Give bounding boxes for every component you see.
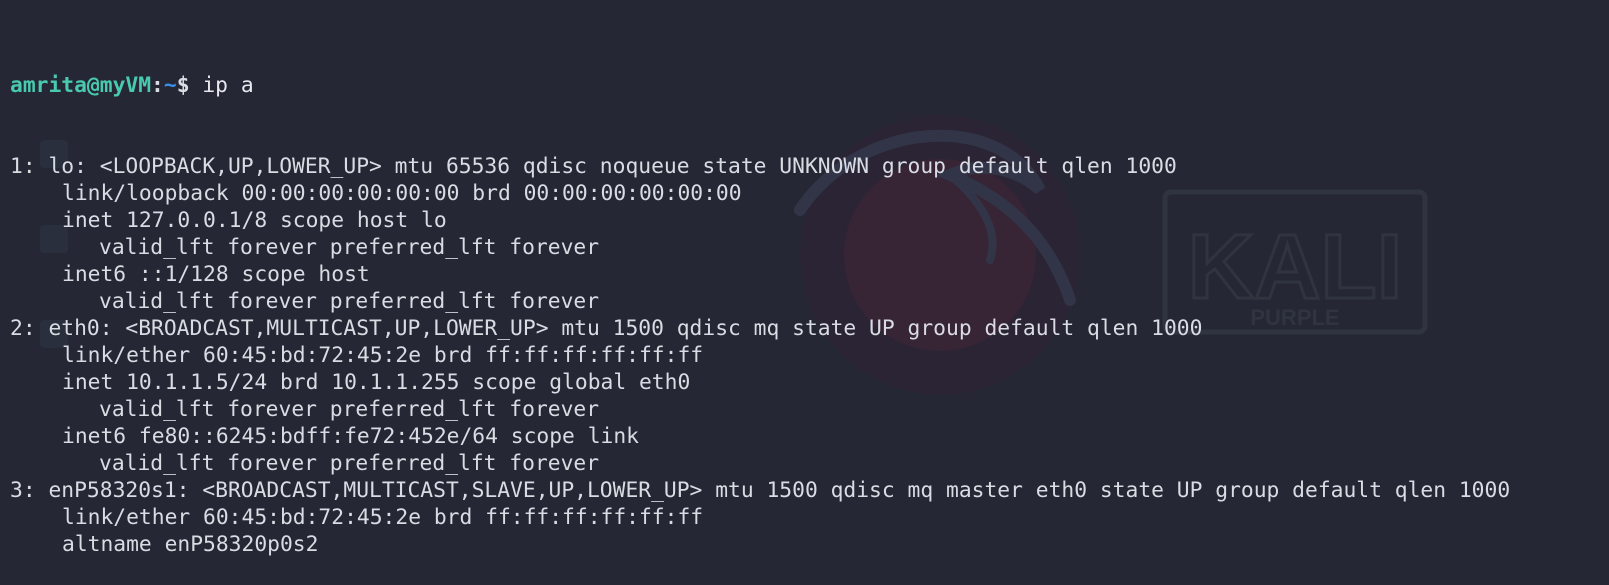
prompt-path: ~ bbox=[163, 73, 177, 98]
output-line: inet6 fe80::6245:bdff:fe72:452e/64 scope… bbox=[62, 424, 639, 449]
output-line: valid_lft forever preferred_lft forever bbox=[99, 289, 600, 314]
prompt-symbol: $ bbox=[176, 73, 190, 98]
output-line: link/ether 60:45:bd:72:45:2e brd ff:ff:f… bbox=[62, 343, 704, 368]
prompt-colon: : bbox=[151, 73, 164, 98]
prompt-command: ip a bbox=[189, 73, 254, 98]
terminal-output[interactable]: amrita@myVM:~$ ip a 1: lo: <LOOPBACK,UP,… bbox=[10, 18, 1600, 585]
output-line: inet 127.0.0.1/8 scope host lo bbox=[62, 208, 447, 233]
output-line: 1: lo: <LOOPBACK,UP,LOWER_UP> mtu 65536 … bbox=[10, 154, 1177, 179]
output-line: valid_lft forever preferred_lft forever bbox=[99, 235, 600, 260]
output-line: 2: eth0: <BROADCAST,MULTICAST,UP,LOWER_U… bbox=[10, 316, 1203, 341]
output-line: inet6 ::1/128 scope host bbox=[62, 262, 370, 287]
output-line: link/loopback 00:00:00:00:00:00 brd 00:0… bbox=[62, 181, 742, 206]
output-line: inet 10.1.1.5/24 brd 10.1.1.255 scope gl… bbox=[62, 370, 691, 395]
output-line: 3: enP58320s1: <BROADCAST,MULTICAST,SLAV… bbox=[10, 478, 1511, 503]
output-line: altname enP58320p0s2 bbox=[62, 532, 319, 557]
terminal-prompt-line: amrita@myVM:~$ ip a bbox=[10, 72, 1600, 99]
prompt-user-host: amrita@myVM bbox=[10, 73, 152, 98]
output-line: valid_lft forever preferred_lft forever bbox=[99, 451, 600, 476]
command-output: 1: lo: <LOOPBACK,UP,LOWER_UP> mtu 65536 … bbox=[10, 153, 1600, 558]
output-line: valid_lft forever preferred_lft forever bbox=[99, 397, 600, 422]
output-line: link/ether 60:45:bd:72:45:2e brd ff:ff:f… bbox=[62, 505, 704, 530]
